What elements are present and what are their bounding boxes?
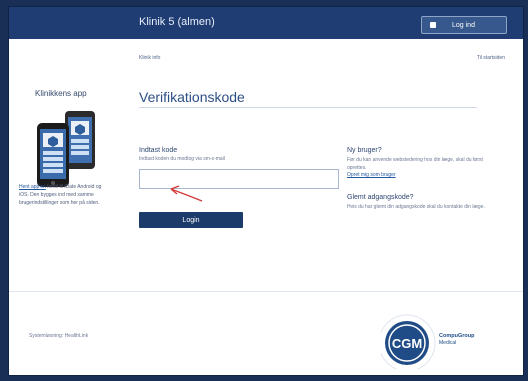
footer-divider [9,291,523,292]
subnav-link-left[interactable]: Klinik info [139,55,160,61]
svg-text:CGM: CGM [392,336,422,351]
title-divider [139,107,477,108]
sidebar-description: Hent app'en hertil til iDate Android og … [19,183,103,207]
forgot-password-text: Hvis du har glemt din adgangskode skal d… [347,204,485,210]
svg-text:CompuGroup: CompuGroup [439,333,475,339]
app-title: Klinik 5 (almen) [139,16,215,28]
annotation-arrow-icon [170,185,203,202]
subnav-link-right[interactable]: Til startsiden [477,55,505,61]
new-user-text: Før du kan anvende webstedering hos din … [347,157,483,171]
right-column: Ny bruger? Før du kan anvende webstederi… [347,147,487,211]
top-bar: Klinik 5 (almen) Log ind [9,7,523,39]
forgot-password-title[interactable]: Glemt adgangskode? [347,194,487,201]
footer-text: Systemløsning: HealthLink [29,333,89,339]
page-title: Verifikationskode [139,89,245,105]
login-button[interactable]: Login [139,212,243,228]
sidebar-title: Klinikkens app [35,89,87,98]
page-frame: Klinik 5 (almen) Log ind Klinik info Til… [8,6,524,376]
form-hint: Indtast koden du modtog via sm-s-mail [139,156,225,162]
logout-icon [430,22,436,28]
sidebar-app-link[interactable]: Hent app'en [19,184,46,190]
register-link[interactable]: Opret mig som bruger [347,172,487,178]
cgm-logo: CGM CompuGroup Medical [381,314,475,369]
logout-button[interactable]: Log ind [421,16,507,34]
svg-text:Medical: Medical [439,340,456,346]
logout-label: Log ind [452,21,475,29]
new-user-title: Ny bruger? [347,147,382,154]
form-title: Indtast kode [139,147,178,154]
